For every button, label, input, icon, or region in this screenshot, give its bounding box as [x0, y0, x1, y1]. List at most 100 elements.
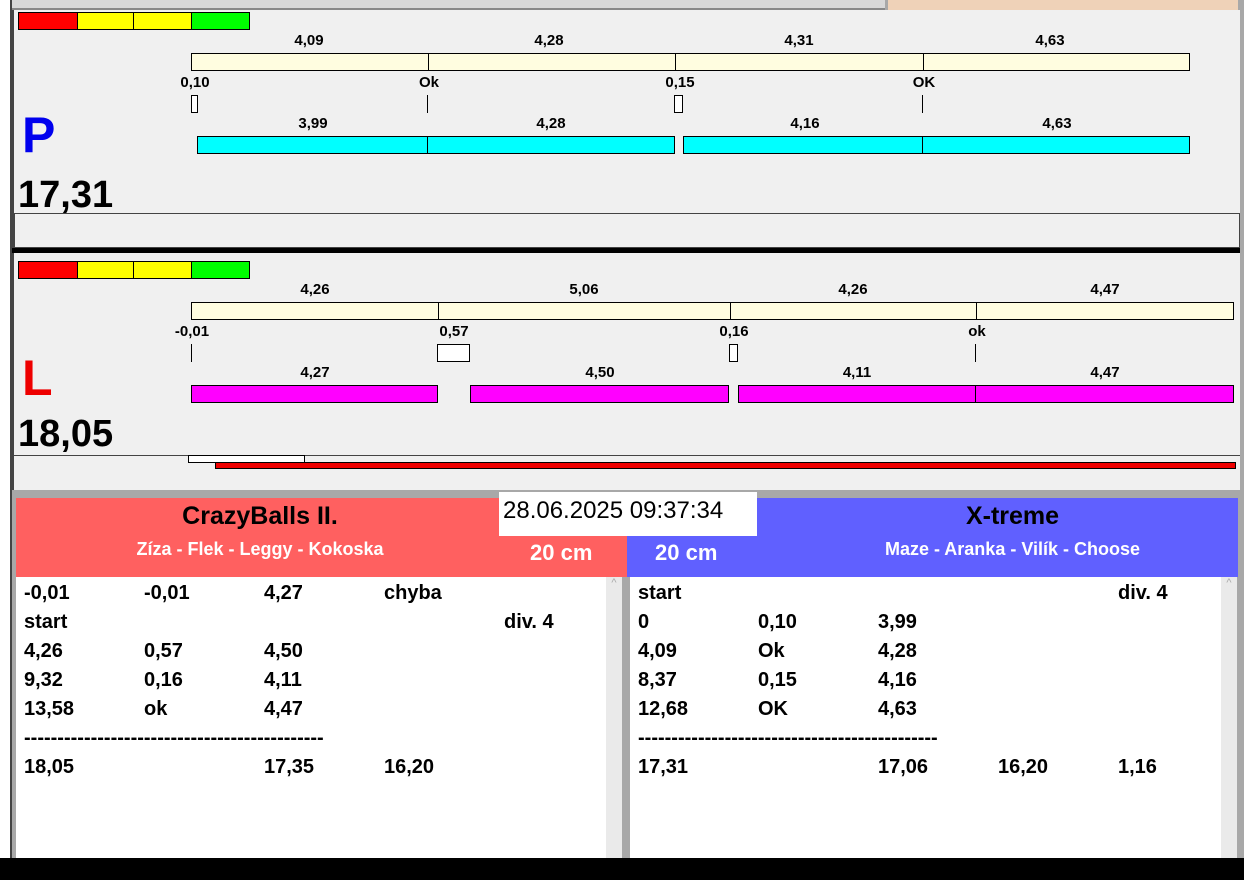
light-yellow-1: [77, 261, 134, 279]
result-cell: 17,06: [878, 756, 929, 778]
reaction-mark: 0,16: [719, 323, 749, 340]
tab-strip: [0, 0, 885, 10]
split-time: 4,26: [300, 281, 330, 298]
result-cell: 4,27: [264, 582, 303, 604]
team-dogs: Zíza - Flek - Leggy - Kokoska: [136, 539, 384, 559]
run-time: 4,27: [300, 364, 330, 381]
lane-p-panel: 4,09 4,28 4,31 4,63 0,10 Ok 0,15 OK 3,99…: [12, 10, 1240, 248]
lane-total: 18,05: [18, 413, 114, 455]
reaction-box: [729, 344, 738, 362]
reaction-mark: Ok: [418, 74, 440, 91]
run-time: 3,99: [298, 115, 328, 132]
result-cell: 4,09: [638, 640, 677, 662]
result-cell: 12,68: [638, 698, 689, 720]
light-red: [18, 261, 78, 279]
result-cell: 4,28: [878, 640, 917, 662]
result-cell: 4,16: [878, 669, 917, 691]
run-bar: [191, 385, 438, 403]
result-cell: 9,32: [24, 669, 63, 691]
split-time: 4,09: [294, 32, 324, 49]
run-bar: [738, 385, 1234, 403]
datetime: 28.06.2025 09:37:34: [499, 492, 757, 536]
reaction-box: [674, 95, 683, 113]
light-yellow-2: [133, 12, 192, 30]
run-time: 4,50: [585, 364, 615, 381]
result-cell: 0,15: [758, 669, 797, 691]
reaction-mark: OK: [912, 74, 936, 91]
result-cell: 17,35: [264, 756, 315, 778]
result-cell: 4,50: [264, 640, 303, 662]
result-cell: Ok: [758, 640, 785, 662]
result-cell: 0: [638, 611, 650, 633]
run-time: 4,47: [1090, 364, 1120, 381]
split-time: 4,47: [1090, 281, 1120, 298]
result-cell: 4,47: [264, 698, 303, 720]
result-cell: 1,16: [1118, 756, 1157, 778]
result-cell: 8,37: [638, 669, 677, 691]
result-cell: -0,01: [144, 582, 190, 604]
light-yellow-2: [133, 261, 192, 279]
lane-total: 17,31: [18, 174, 114, 216]
result-cell: ----------------------------------------…: [638, 727, 938, 749]
team-height: 20 cm: [530, 540, 593, 565]
result-cell: 16,20: [998, 756, 1049, 778]
split-time: 4,31: [784, 32, 814, 49]
lane-letter: L: [22, 350, 53, 406]
light-red: [18, 12, 78, 30]
team-name: X-treme: [965, 502, 1060, 530]
reaction-mark: ok: [968, 323, 986, 340]
result-cell: 0,16: [144, 669, 183, 691]
result-cell: ----------------------------------------…: [24, 727, 324, 749]
right-scrollbar[interactable]: ^: [1221, 577, 1237, 858]
reaction-box: [191, 95, 198, 113]
result-cell: 13,58: [24, 698, 75, 720]
result-cell: 4,11: [264, 669, 302, 691]
light-green: [191, 12, 250, 30]
team-height: 20 cm: [655, 540, 718, 565]
reaction-mark: 0,10: [180, 74, 210, 91]
split-time: 4,63: [1035, 32, 1065, 49]
team-name: CrazyBalls II.: [182, 502, 338, 530]
timeline-bar: [191, 53, 1190, 71]
reaction-mark: 0,57: [439, 323, 469, 340]
result-cell: OK: [758, 698, 788, 720]
result-cell: ok: [144, 698, 168, 720]
right-results-list: start div. 4 0 0,10 3,99 4,09 Ok 4,28 8,37 0,15 4,…: [630, 577, 1221, 858]
result-cell: div. 4: [1118, 582, 1168, 604]
left-scrollbar[interactable]: ^: [606, 577, 622, 858]
result-cell: 0,10: [758, 611, 797, 633]
timeline-bar: [191, 302, 1234, 320]
result-cell: 4,26: [24, 640, 63, 662]
result-cell: start: [24, 611, 68, 633]
run-bar: [197, 136, 675, 154]
split-time: 5,06: [569, 281, 599, 298]
run-time: 4,11: [842, 364, 872, 381]
reaction-mark: 0,15: [665, 74, 695, 91]
run-time: 4,28: [536, 115, 566, 132]
lane-l-panel: 4,26 5,06 4,26 4,47 -0,01 0,57 0,16 ok 4…: [12, 253, 1240, 490]
run-time: 4,16: [790, 115, 820, 132]
result-cell: 16,20: [384, 756, 435, 778]
result-cell: 4,63: [878, 698, 917, 720]
result-cell: div. 4: [504, 611, 554, 633]
progress-box: [14, 213, 1240, 248]
reaction-mark: -0,01: [174, 323, 210, 340]
result-cell: 3,99: [878, 611, 917, 633]
run-bar: [470, 385, 729, 403]
progress-bar: [215, 462, 1236, 469]
result-cell: 0,57: [144, 640, 183, 662]
lane-letter: P: [22, 107, 56, 163]
result-cell: -0,01: [24, 582, 70, 604]
left-results-list: -0,01 -0,01 4,27 chyba start div. 4 4,26 0,57 4,…: [16, 577, 606, 858]
light-green: [191, 261, 250, 279]
result-cell: start: [638, 582, 682, 604]
run-time: 4,63: [1042, 115, 1072, 132]
team-dogs: Maze - Aranka - Vilík - Choose: [884, 539, 1141, 559]
reaction-box: [437, 344, 470, 362]
result-cell: chyba: [384, 582, 442, 604]
run-bar: [683, 136, 1190, 154]
split-time: 4,26: [838, 281, 868, 298]
result-cell: 17,31: [638, 756, 689, 778]
light-yellow-1: [77, 12, 134, 30]
split-time: 4,28: [534, 32, 564, 49]
